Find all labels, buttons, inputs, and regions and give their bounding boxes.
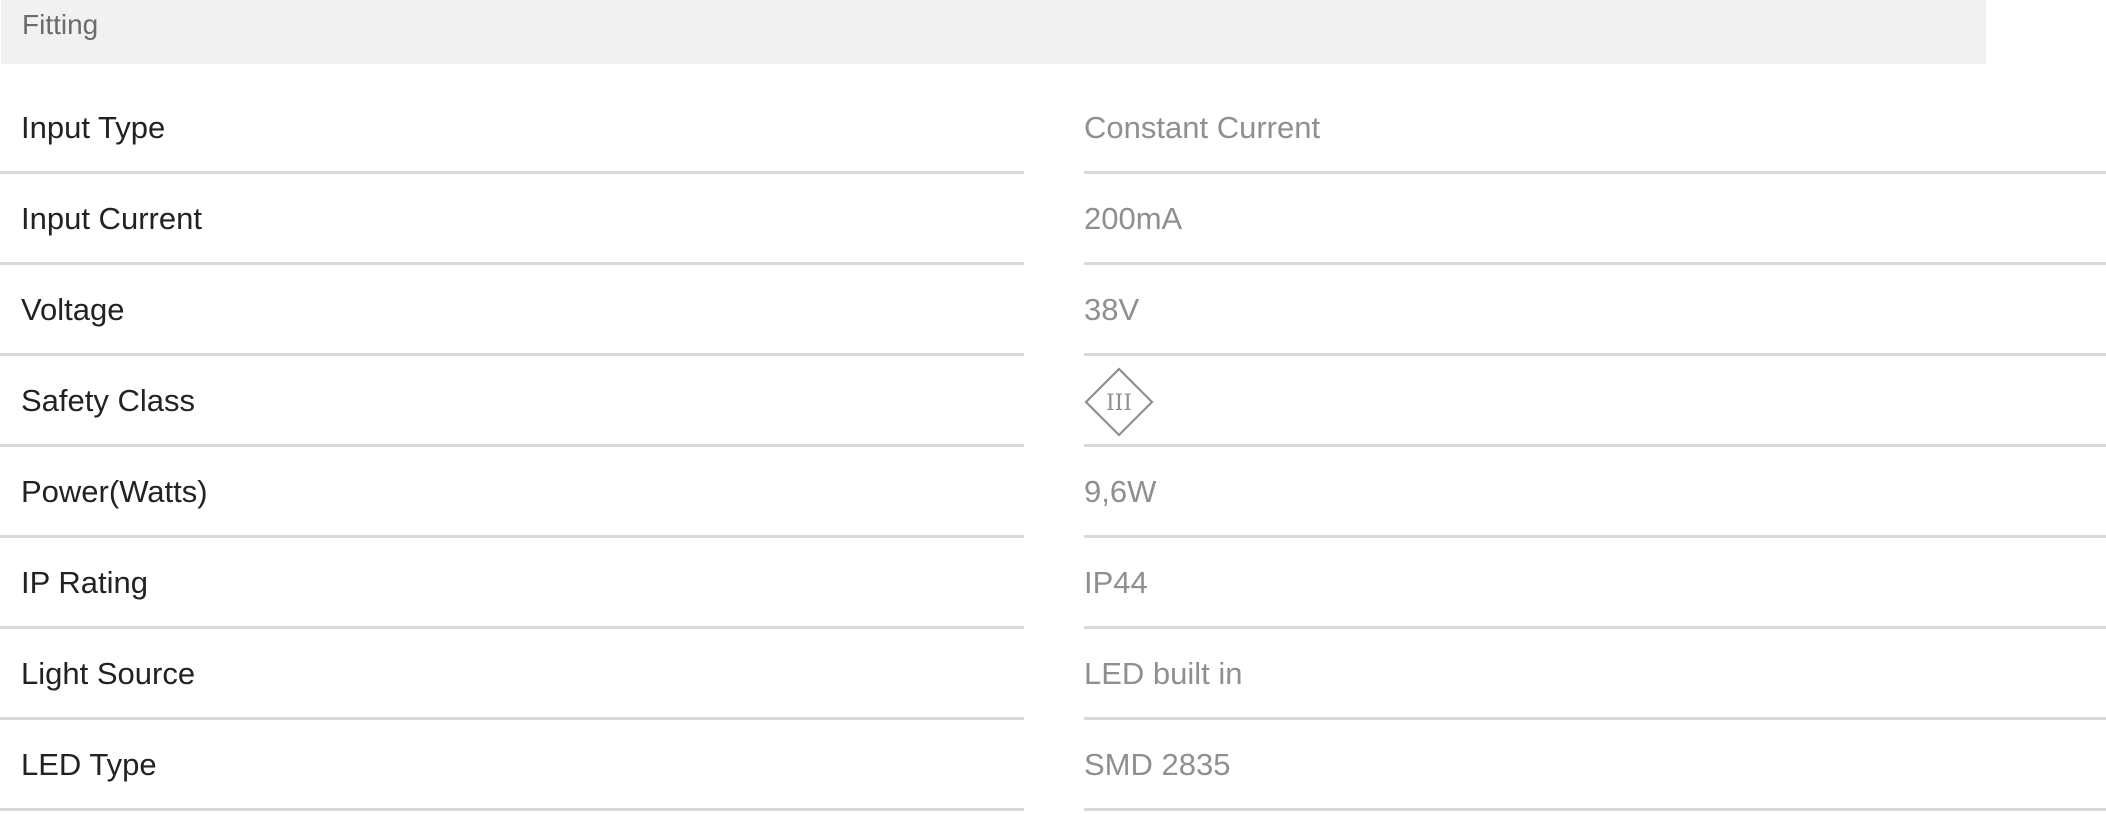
spec-table: Input Type Constant Current Input Curren… [0, 0, 2106, 814]
spec-label: Voltage [21, 292, 125, 327]
spec-value: 9,6W [1084, 474, 1157, 509]
spec-label: LED Type [21, 747, 157, 782]
spec-value: IP44 [1084, 565, 1148, 600]
divider [0, 808, 1024, 811]
spec-row-power: Power(Watts) 9,6W [0, 446, 2106, 538]
spec-value: LED built in [1084, 656, 1243, 691]
spec-label: Light Source [21, 656, 196, 691]
spec-row-light-source: Light Source LED built in [0, 628, 2106, 720]
spec-value: 200mA [1084, 201, 1183, 236]
spec-row-ip-rating: IP Rating IP44 [0, 537, 2106, 629]
spec-row-voltage: Voltage 38V [0, 264, 2106, 356]
spec-value: SMD 2835 [1084, 747, 1231, 782]
spec-label: Safety Class [21, 383, 196, 418]
spec-row-led-type: LED Type SMD 2835 [0, 719, 2106, 811]
spec-row-input-type: Input Type Constant Current [0, 82, 2106, 174]
spec-value: Constant Current [1084, 110, 1321, 145]
spec-label: Input Current [21, 201, 202, 236]
spec-label: IP Rating [21, 565, 148, 600]
spec-label: Power(Watts) [21, 474, 208, 509]
spec-value: 38V [1084, 292, 1140, 327]
spec-label: Input Type [21, 110, 166, 145]
divider [1084, 808, 2106, 811]
safety-class-iii-diamond-icon: III [1084, 367, 1154, 437]
spec-row-input-current: Input Current 200mA [0, 173, 2106, 265]
spec-row-safety-class: Safety Class III [0, 355, 2106, 447]
safety-class-iii-text: III [1106, 391, 1132, 416]
